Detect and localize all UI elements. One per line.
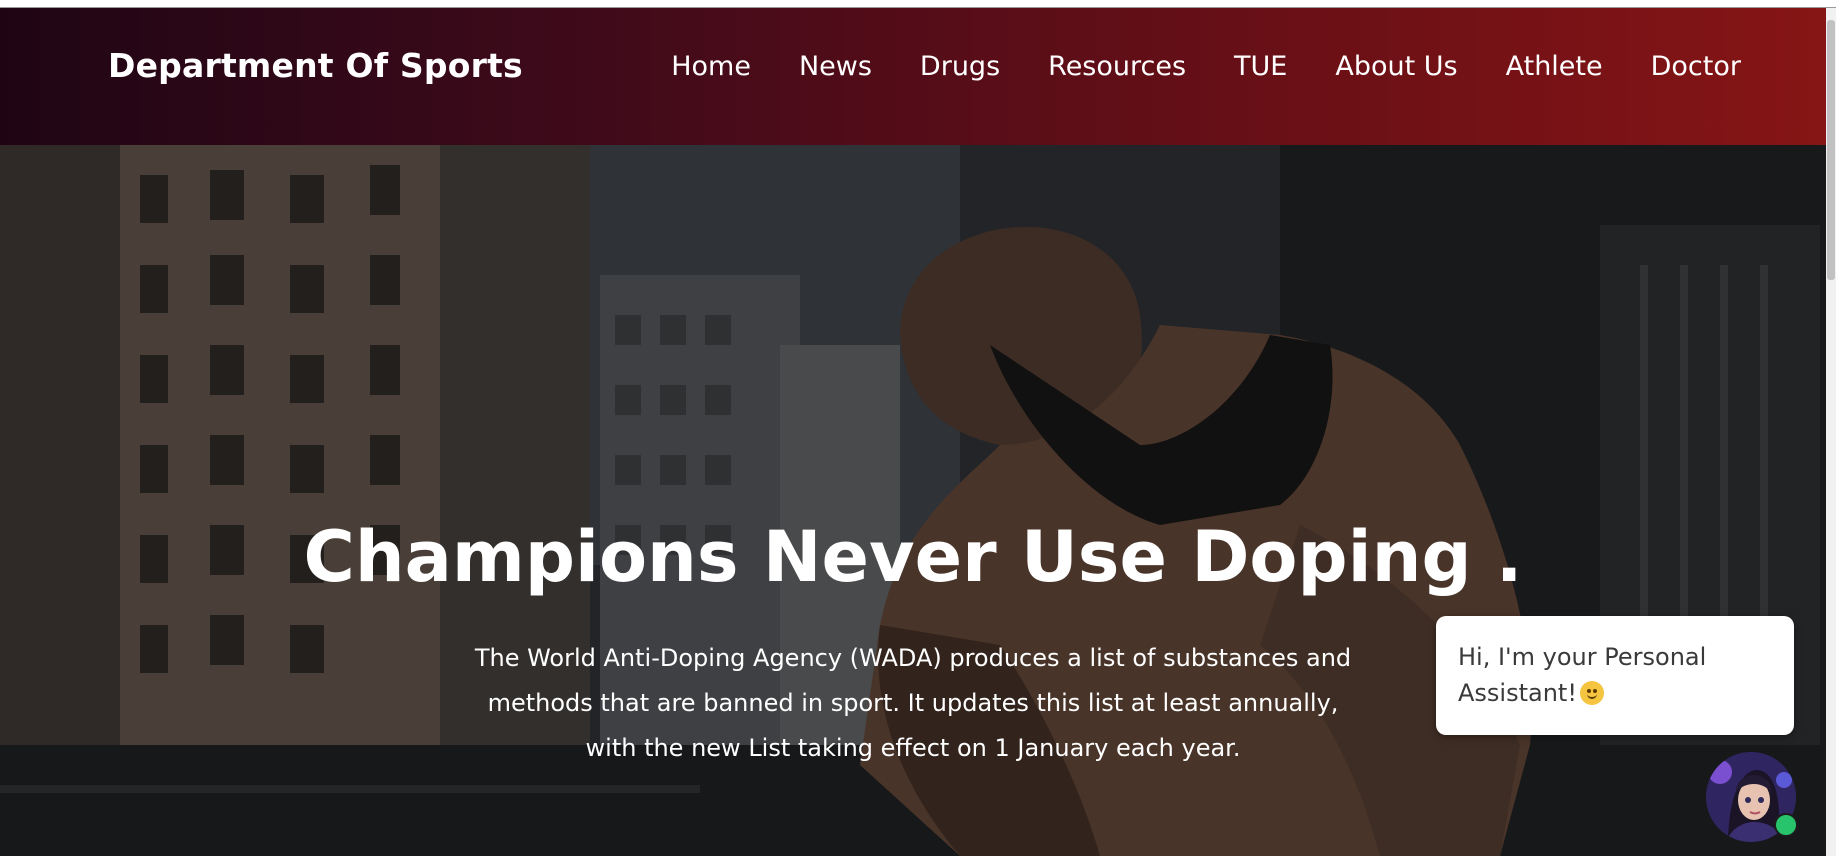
browser-top-edge (0, 0, 1836, 8)
nav-link-tue[interactable]: TUE (1234, 51, 1287, 82)
chat-greeting-bubble[interactable]: Hi, I'm your Personal Assistant! (1436, 616, 1794, 735)
nav-link-about-us[interactable]: About Us (1335, 51, 1457, 82)
nav-link-athlete[interactable]: Athlete (1506, 51, 1603, 82)
nav-link-doctor[interactable]: Doctor (1651, 51, 1741, 82)
main-nav: Home News Drugs Resources TUE About Us A… (671, 44, 1741, 88)
site-brand[interactable]: Department Of Sports (108, 44, 523, 88)
navbar: Department Of Sports Home News Drugs Res… (0, 8, 1826, 145)
nav-link-resources[interactable]: Resources (1048, 51, 1186, 82)
nav-link-news[interactable]: News (799, 51, 872, 82)
nav-link-drugs[interactable]: Drugs (920, 51, 1000, 82)
hero-title: Champions Never Use Doping . (303, 516, 1523, 598)
online-status-indicator (1774, 813, 1798, 837)
page: Department Of Sports Home News Drugs Res… (0, 0, 1836, 856)
nav-link-home[interactable]: Home (671, 51, 751, 82)
hero-description: The World Anti-Doping Agency (WADA) prod… (474, 644, 1352, 762)
scrollbar-thumb[interactable] (1827, 20, 1835, 280)
scrollbar[interactable] (1826, 8, 1836, 856)
hero-section: Champions Never Use Doping . The World A… (0, 145, 1826, 856)
smiling-face-icon (1579, 681, 1604, 705)
